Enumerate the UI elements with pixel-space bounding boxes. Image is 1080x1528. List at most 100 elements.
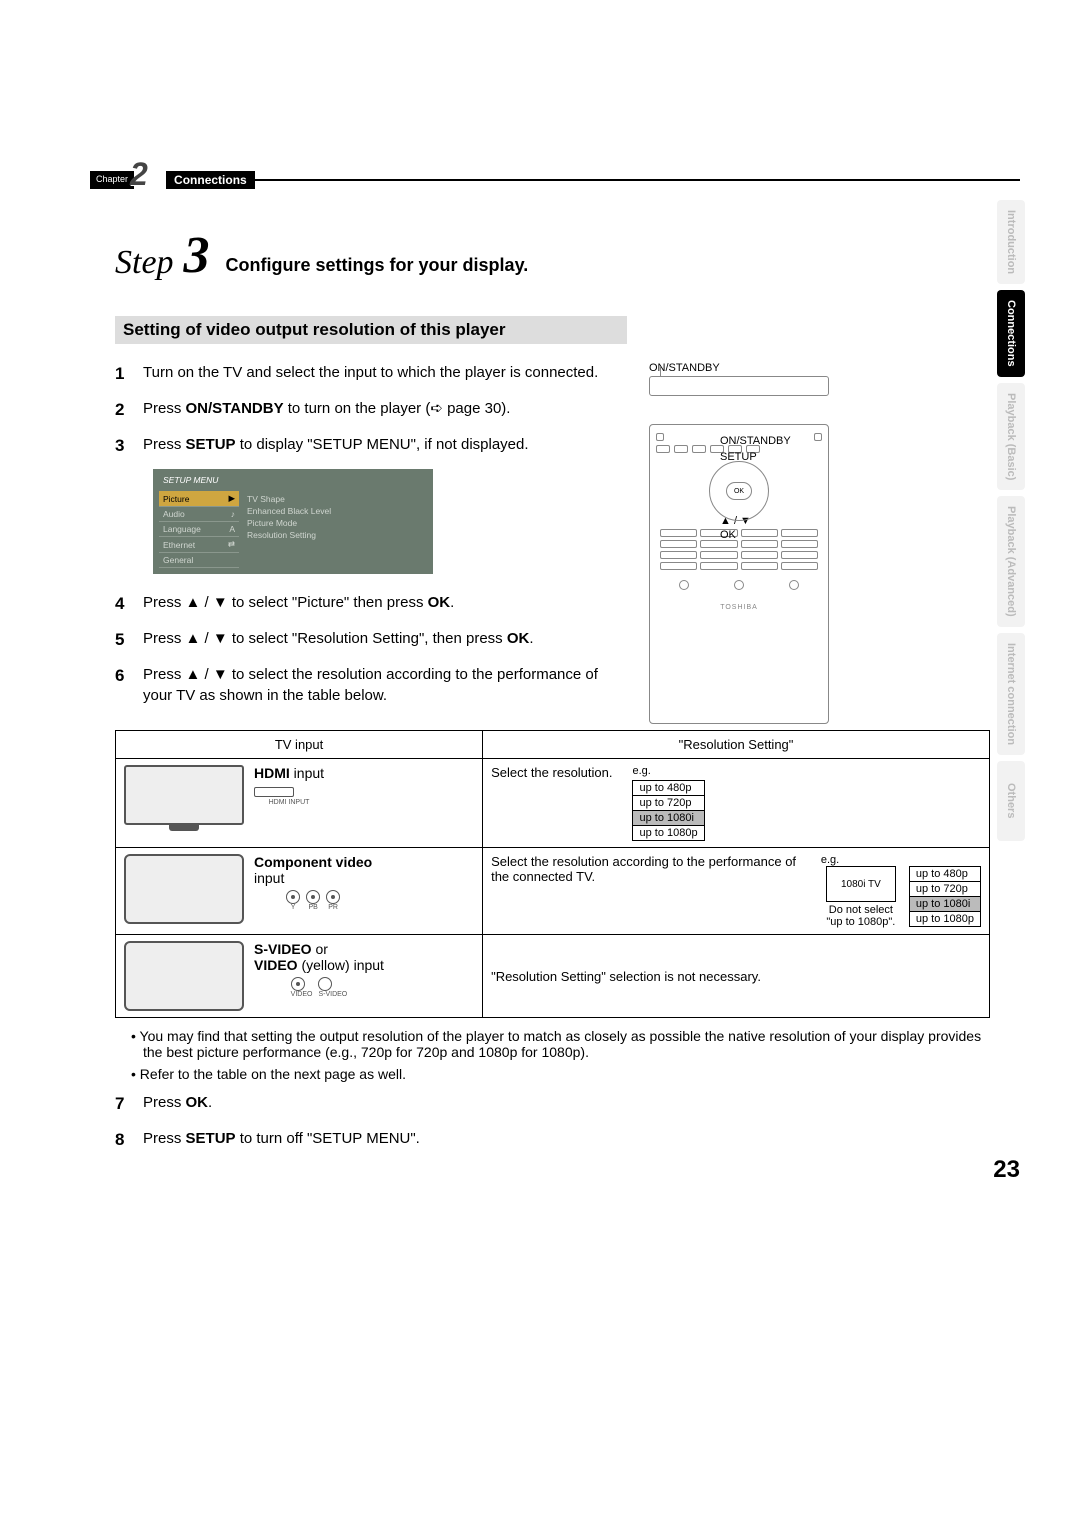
row3-right-text: "Resolution Setting" selection is not ne… — [491, 969, 761, 984]
cursor-icon: ▶ — [228, 493, 235, 504]
step-num-4: 4 — [115, 592, 131, 616]
setup-menu-item-picture: Picture▶ — [159, 491, 239, 507]
step-3: 3 Press SETUP to display "SETUP MENU", i… — [115, 434, 625, 458]
chapter-rule — [255, 179, 1020, 181]
table-row-svideo: S-VIDEO or VIDEO (yellow) input VIDEO S-… — [116, 935, 990, 1018]
note-2: Refer to the table on the next page as w… — [131, 1066, 990, 1082]
side-tabs: Introduction Connections Playback (Basic… — [997, 200, 1025, 841]
resolution-table: TV input "Resolution Setting" HDMI input — [115, 730, 990, 1018]
callout-ok: OK — [720, 529, 736, 541]
setup-menu-illustration: SETUP MENU Picture▶ Audio♪ LanguageA Eth… — [153, 469, 433, 574]
side-tab-playback-basic: Playback (Basic) — [997, 383, 1025, 490]
remote-btn — [781, 551, 818, 559]
player-front-panel — [649, 376, 829, 396]
setup-menu-item-ethernet: Ethernet⇄ — [159, 537, 239, 553]
side-tab-internet: Internet connection — [997, 633, 1025, 755]
video-port-icon — [291, 977, 305, 991]
step-num-8: 8 — [115, 1128, 131, 1152]
chapter-label: Chapter — [96, 174, 128, 184]
step-1: 1 Turn on the TV and select the input to… — [115, 362, 625, 386]
step-2: 2 Press ON/STANDBY to turn on the player… — [115, 398, 625, 422]
row2-res-options: up to 480p up to 720p up to 1080i up to … — [909, 866, 981, 927]
setup-menu-right-2: Picture Mode — [245, 517, 427, 529]
tv-svideo-label: S-VIDEO or VIDEO (yellow) input VIDEO S-… — [254, 941, 384, 998]
hdmi-port-icon — [254, 787, 294, 797]
remote-btn — [660, 529, 697, 537]
row2-right-text: Select the resolution according to the p… — [491, 854, 813, 884]
tv-svideo-illustration — [124, 941, 244, 1011]
step-4: 4 Press ▲ / ▼ to select "Picture" then p… — [115, 592, 625, 616]
step-text-1: Turn on the TV and select the input to w… — [143, 362, 598, 386]
step-num-5: 5 — [115, 628, 131, 652]
step-text-3: Press SETUP to display "SETUP MENU", if … — [143, 434, 529, 458]
table-row-hdmi: HDMI input HDMI INPUT Select the resolut… — [116, 759, 990, 848]
chapter-badge: Chapter 2 — [90, 171, 134, 189]
remote-dpad: OK — [709, 461, 769, 521]
chapter-number: 2 — [130, 156, 148, 193]
setup-menu-right-0: TV Shape — [245, 493, 427, 505]
step-num-6: 6 — [115, 664, 131, 706]
setup-menu-right-3: Resolution Setting — [245, 529, 427, 541]
remote-btn — [692, 445, 706, 453]
remote-illustration: ON/STANDBY ON/STANDBY SETUP ▲ / ▼ OK OK — [649, 362, 829, 724]
side-tab-others: Others — [997, 761, 1025, 841]
row1-right-text: Select the resolution. — [491, 765, 612, 780]
table-row-component: Component video input Y PB PR Select the… — [116, 848, 990, 935]
side-tab-introduction: Introduction — [997, 200, 1025, 284]
table-head-tvinput: TV input — [116, 731, 483, 759]
step-word: Step — [115, 244, 174, 282]
step-text-5: Press ▲ / ▼ to select "Resolution Settin… — [143, 628, 534, 652]
remote-control: ON/STANDBY SETUP ▲ / ▼ OK OK — [649, 424, 829, 724]
step-text-8: Press SETUP to turn off "SETUP MENU". — [143, 1128, 420, 1152]
setup-menu-item-language: LanguageA — [159, 522, 239, 537]
setup-menu-right-1: Enhanced Black Level — [245, 505, 427, 517]
row1-res-options: up to 480p up to 720p up to 1080i up to … — [632, 780, 704, 841]
tv-component-label: Component video input Y PB PR — [254, 854, 372, 911]
chapter-header: Chapter 2 Connections — [90, 170, 1020, 190]
remote-btn — [781, 540, 818, 548]
remote-circle-btn — [679, 580, 689, 590]
remote-btn — [700, 551, 737, 559]
pr-port-icon — [326, 890, 340, 904]
remote-btn — [741, 540, 778, 548]
chapter-title: Connections — [166, 171, 255, 189]
steps-column: 1 Turn on the TV and select the input to… — [115, 362, 625, 724]
remote-circle-btn — [734, 580, 744, 590]
remote-btn — [656, 433, 664, 441]
remote-btn — [660, 562, 697, 570]
pb-port-icon — [306, 890, 320, 904]
remote-btn — [741, 551, 778, 559]
tv-hdmi-illustration — [124, 765, 244, 835]
note-1: You may find that setting the output res… — [131, 1028, 990, 1060]
remote-circle-btn — [789, 580, 799, 590]
side-tab-playback-advanced: Playback (Advanced) — [997, 496, 1025, 627]
step-num-2: 2 — [115, 398, 131, 422]
remote-btn — [741, 529, 778, 537]
svideo-port-icon — [318, 977, 332, 991]
player-onstandby-label: ON/STANDBY — [649, 362, 829, 374]
step-num-7: 7 — [115, 1092, 131, 1116]
audio-icon: ♪ — [231, 509, 235, 519]
remote-btn — [781, 562, 818, 570]
step-5: 5 Press ▲ / ▼ to select "Resolution Sett… — [115, 628, 625, 652]
section-title: Setting of video output resolution of th… — [115, 316, 627, 344]
side-tab-connections: Connections — [997, 290, 1025, 377]
mini-tv: 1080i TV Do not select "up to 1080p". — [821, 866, 901, 928]
step-text-4: Press ▲ / ▼ to select "Picture" then pre… — [143, 592, 454, 616]
table-head-resolution: "Resolution Setting" — [483, 731, 990, 759]
y-port-icon — [286, 890, 300, 904]
page-number: 23 — [993, 1156, 1020, 1184]
remote-btn — [660, 551, 697, 559]
remote-btn — [700, 540, 737, 548]
remote-btn — [814, 433, 822, 441]
remote-btn — [700, 562, 737, 570]
step-text-7: Press OK. — [143, 1092, 212, 1116]
remote-btn — [660, 540, 697, 548]
step-text-2: Press ON/STANDBY to turn on the player (… — [143, 398, 510, 422]
row1-eg: e.g. — [632, 765, 650, 777]
remote-btn — [741, 562, 778, 570]
step-7: 7 Press OK. — [115, 1092, 990, 1116]
setup-menu-item-general: General — [159, 553, 239, 568]
remote-btn — [674, 445, 688, 453]
setup-menu-title: SETUP MENU — [159, 475, 427, 485]
